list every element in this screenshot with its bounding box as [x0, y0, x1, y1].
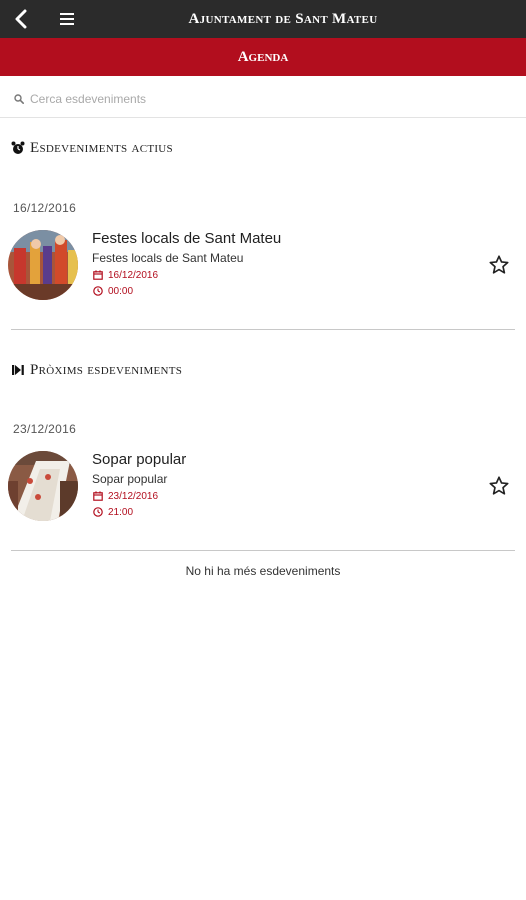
- event-image: [8, 230, 78, 300]
- calendar-icon: [92, 490, 104, 502]
- event-date: 23/12/2016: [108, 490, 159, 502]
- search-input[interactable]: [30, 88, 470, 109]
- divider: [11, 329, 515, 330]
- group-title: Esdeveniments actius: [30, 139, 173, 156]
- event-date-row: 23/12/2016: [92, 490, 158, 502]
- event-title: Festes locals de Sant Mateu: [92, 230, 282, 247]
- menu-button[interactable]: [54, 4, 80, 34]
- event-time: 00:00: [108, 285, 134, 297]
- search-icon: [12, 92, 26, 106]
- clock-icon: [92, 506, 104, 518]
- chevron-left-icon: [15, 9, 27, 29]
- star-outline-icon: [489, 476, 509, 495]
- event-image: [8, 451, 78, 521]
- group-title: Pròxims esdeveniments: [30, 361, 183, 378]
- event-item[interactable]: Festes locals de Sant Mateu Festes local…: [0, 230, 526, 308]
- next-track-icon: [10, 362, 26, 378]
- end-of-list-text: No hi ha més esdeveniments: [185, 564, 341, 578]
- section-title: Agenda: [237, 49, 289, 65]
- top-bar: Ajuntament de Sant Mateu: [0, 0, 526, 38]
- star-outline-icon: [489, 255, 509, 274]
- event-time: 21:00: [108, 506, 134, 518]
- alarm-clock-icon: [10, 140, 26, 156]
- app-title: Ajuntament de Sant Mateu: [188, 11, 378, 27]
- event-time-row: 00:00: [92, 285, 133, 297]
- event-time-row: 21:00: [92, 506, 133, 518]
- back-button[interactable]: [8, 4, 34, 34]
- event-item[interactable]: Sopar popular Sopar popular 23/12/2016 2…: [0, 451, 526, 529]
- group-header-active: Esdeveniments actius: [10, 138, 173, 158]
- hamburger-menu-icon: [60, 13, 74, 25]
- event-date-row: 16/12/2016: [92, 269, 158, 281]
- calendar-icon: [92, 269, 104, 281]
- search-bar: [0, 80, 526, 118]
- date-divider: 23/12/2016: [13, 422, 77, 436]
- event-title: Sopar popular: [92, 451, 187, 468]
- event-date: 16/12/2016: [108, 269, 159, 281]
- favorite-button[interactable]: [486, 473, 512, 499]
- divider: [11, 550, 515, 551]
- event-subtitle: Festes locals de Sant Mateu: [92, 251, 244, 265]
- section-bar: Agenda: [0, 38, 526, 76]
- group-header-upcoming: Pròxims esdeveniments: [10, 360, 182, 380]
- event-subtitle: Sopar popular: [92, 472, 168, 486]
- date-divider: 16/12/2016: [13, 201, 77, 215]
- favorite-button[interactable]: [486, 252, 512, 278]
- clock-icon: [92, 285, 104, 297]
